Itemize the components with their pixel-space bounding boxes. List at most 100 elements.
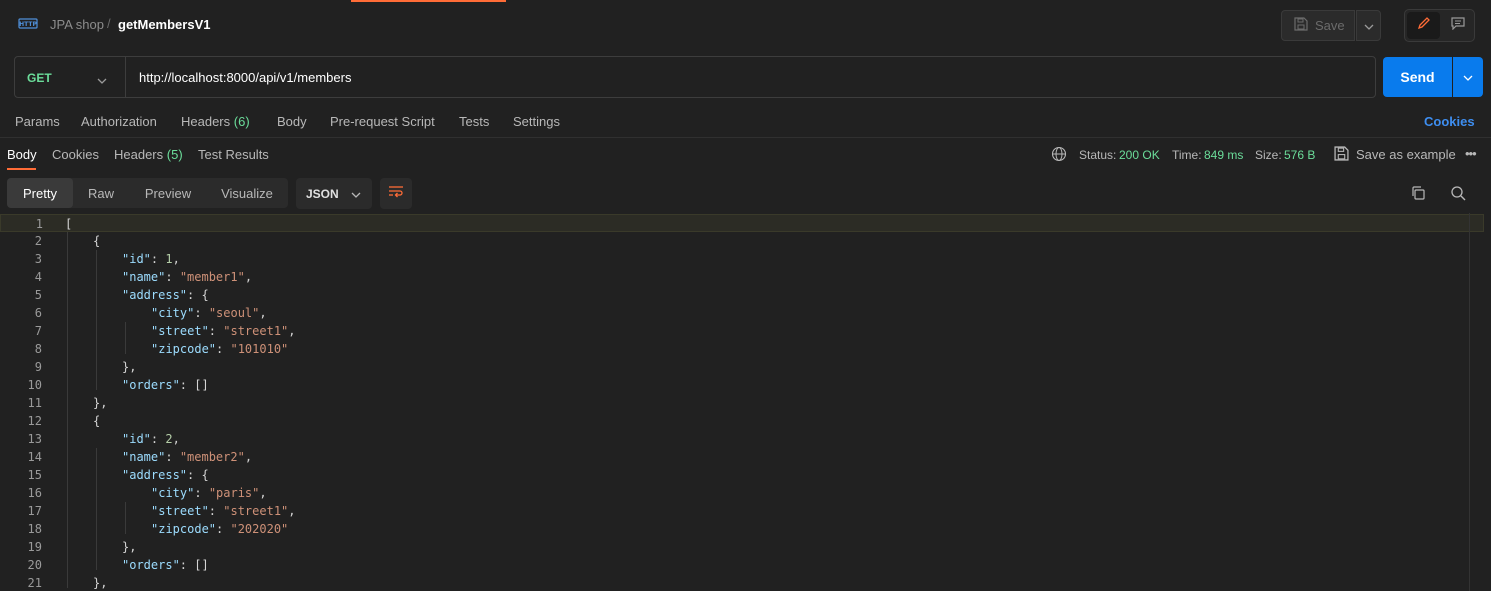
breadcrumb-request-name[interactable]: getMembersV1 [118,17,210,32]
json-punctuation: , [172,432,180,446]
tab-headers-label: Headers [181,114,231,129]
code-text: }, [122,538,136,556]
response-body-viewer[interactable]: 1[2{3 "id": 1, 4 "name": "member1", 5 "addres… [0,213,1491,591]
view-mode-toggle [1404,9,1475,42]
view-raw[interactable]: Raw [77,178,125,208]
headers-count-badge: (6) [233,114,250,129]
view-pretty[interactable]: Pretty [7,178,73,208]
json-string: "street1" [223,324,289,338]
code-line: 5 "address": { [0,286,1484,304]
code-line: 8 "zipcode": "101010" [0,340,1484,358]
code-text: "street": "street1", [151,322,296,340]
indent-guide [96,250,97,390]
status-label: Status: [1079,148,1117,162]
code-text: "orders": [] [122,556,209,574]
active-response-tab-indicator [7,168,36,170]
line-number: 19 [27,540,42,554]
line-number: 20 [27,558,42,572]
code-text: }, [122,358,136,376]
json-punctuation: : [216,522,231,536]
json-key: "id" [122,432,151,446]
code-line: 20 "orders": [] [0,556,1484,574]
json-punctuation: { [93,414,101,428]
json-key: "orders" [122,558,180,572]
tab-params[interactable]: Params [15,114,60,129]
chevron-down-icon [351,187,361,201]
wrap-lines-button[interactable] [380,178,412,209]
view-visualize[interactable]: Visualize [211,178,283,208]
size-value[interactable]: 576 B [1284,148,1315,162]
code-line: 10 "orders": [] [0,376,1484,394]
json-key: "city" [151,306,195,320]
format-select[interactable]: JSON [296,178,372,209]
documentation-mode-button[interactable] [1442,12,1474,39]
tab-body[interactable]: Body [277,114,307,129]
time-label: Time: [1172,148,1202,162]
json-punctuation: : [150,252,166,266]
tab-authorization[interactable]: Authorization [81,114,157,129]
globe-icon[interactable] [1051,146,1067,167]
cookies-link[interactable]: Cookies [1424,114,1475,129]
tab-settings[interactable]: Settings [513,114,560,129]
tab-tests[interactable]: Tests [459,114,489,129]
status-value[interactable]: 200 OK [1119,148,1160,162]
code-text: "name": "member1", [122,268,252,286]
code-line: 9}, [0,358,1484,376]
vertical-scrollbar[interactable] [1469,213,1470,591]
copy-icon[interactable] [1410,185,1426,206]
url-input[interactable]: http://localhost:8000/api/v1/members [139,70,351,85]
chevron-down-icon[interactable] [97,71,107,89]
tab-prerequest-script[interactable]: Pre-request Script [330,114,435,129]
code-line: 16 "city": "paris", [0,484,1484,502]
save-icon [1334,146,1349,166]
json-punctuation: }, [93,396,108,410]
json-number: 1 [165,252,173,266]
line-number: 1 [35,217,43,231]
breadcrumb-collection[interactable]: JPA shop [50,17,104,32]
code-text: "orders": [] [122,376,209,394]
send-options-button[interactable] [1453,57,1483,97]
line-number: 14 [27,450,42,464]
code-text: "name": "member2", [122,448,252,466]
code-line: 15 "address": { [0,466,1484,484]
json-key: "zipcode" [151,522,217,536]
response-tab-headers[interactable]: Headers (5) [114,147,183,162]
json-string: "member1" [179,270,245,284]
line-number: 3 [34,252,42,266]
view-preview[interactable]: Preview [133,178,203,208]
json-punctuation: : [150,432,166,446]
line-number: 16 [27,486,42,500]
code-line: 3 "id": 1, [0,250,1484,268]
code-line: 12 { [0,412,1484,430]
tab-headers[interactable]: Headers (6) [181,114,250,129]
response-tab-body[interactable]: Body [7,147,37,162]
time-value[interactable]: 849 ms [1204,148,1243,162]
code-line: 18 "zipcode": "202020" [0,520,1484,538]
json-punctuation: : [216,342,231,356]
more-options-icon[interactable]: ••• [1465,146,1477,161]
code-text: "city": "paris", [151,484,267,502]
section-divider [0,137,1491,138]
search-icon[interactable] [1450,185,1466,206]
save-options-button[interactable] [1356,10,1381,41]
indent-guide [125,322,126,354]
json-string: "101010" [230,342,289,356]
send-button[interactable]: Send [1383,57,1452,97]
save-icon [1294,17,1308,34]
request-url-bar: GET http://localhost:8000/api/v1/members [14,56,1376,98]
save-button[interactable]: Save [1281,10,1355,41]
json-string: "member2" [179,450,245,464]
response-tab-headers-label: Headers [114,147,164,162]
code-text: [ [65,215,72,233]
method-select[interactable]: GET [27,71,52,85]
pencil-icon [1417,16,1431,35]
code-text: "address": { [122,466,209,484]
line-number: 10 [27,378,42,392]
code-text: "zipcode": "101010" [151,340,288,358]
json-punctuation: , [288,324,296,338]
edit-mode-button[interactable] [1407,12,1440,39]
response-tab-cookies[interactable]: Cookies [52,147,99,162]
save-as-example-button[interactable]: Save as example [1356,147,1456,162]
response-tab-test-results[interactable]: Test Results [198,147,269,162]
code-text: "address": { [122,286,209,304]
